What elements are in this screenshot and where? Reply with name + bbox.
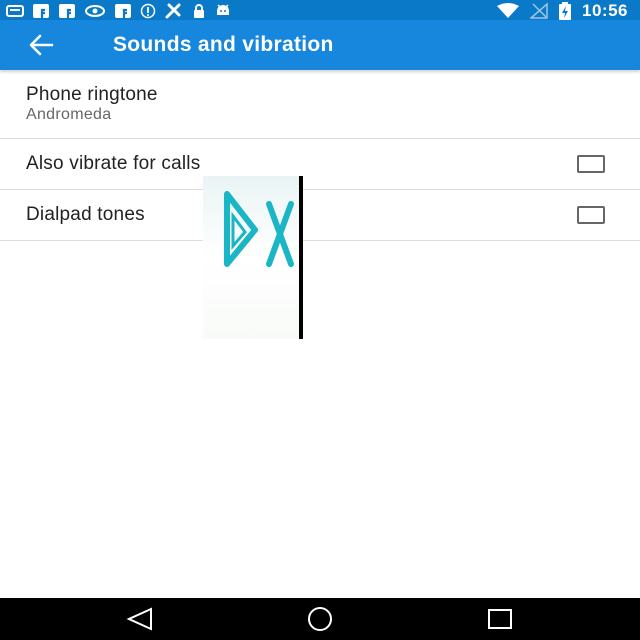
settings-list: Phone ringtone Andromeda Also vibrate fo… — [0, 70, 640, 241]
nav-back-button[interactable] — [124, 606, 158, 632]
setting-title: Phone ringtone — [26, 84, 158, 105]
wifi-icon — [497, 3, 520, 18]
page-title: Sounds and vibration — [113, 33, 334, 56]
overlay-image — [203, 176, 303, 339]
status-bar: 10:56 — [0, 0, 640, 20]
navigation-bar — [0, 598, 640, 640]
setting-summary: Andromeda — [26, 106, 112, 123]
nav-home-button[interactable] — [303, 606, 337, 632]
tools-icon — [165, 3, 181, 19]
message-icon — [6, 5, 24, 17]
phone-ringtone-setting[interactable]: Phone ringtone Andromeda — [0, 70, 640, 139]
info-icon — [140, 3, 156, 19]
system-status-icons: 10:56 — [496, 1, 628, 21]
dialpad-tones-setting[interactable]: Dialpad tones — [0, 190, 640, 241]
back-triangle-icon — [126, 607, 152, 631]
nvidia-icon — [85, 5, 105, 17]
setting-title: Dialpad tones — [26, 204, 145, 225]
arrow-left-icon — [29, 34, 54, 56]
app-toolbar: Sounds and vibration — [0, 20, 640, 70]
lock-icon — [194, 4, 204, 18]
back-button[interactable] — [24, 29, 58, 61]
nav-recents-button[interactable] — [483, 606, 517, 632]
vibrate-for-calls-setting[interactable]: Also vibrate for calls — [0, 139, 640, 190]
vibrate-checkbox[interactable] — [577, 155, 605, 173]
status-time: 10:56 — [582, 1, 628, 20]
recents-square-icon — [488, 609, 512, 629]
facebook-icon — [33, 4, 49, 18]
dx-logo-icon — [203, 176, 303, 339]
setting-title: Also vibrate for calls — [26, 153, 201, 174]
facebook-icon — [115, 4, 131, 18]
no-signal-icon — [530, 3, 548, 19]
dialpad-tones-checkbox[interactable] — [577, 206, 605, 224]
home-circle-icon — [308, 607, 332, 631]
battery-charging-icon — [559, 2, 572, 20]
facebook-icon — [59, 4, 75, 18]
android-icon — [217, 4, 229, 15]
notification-icons — [6, 2, 232, 20]
